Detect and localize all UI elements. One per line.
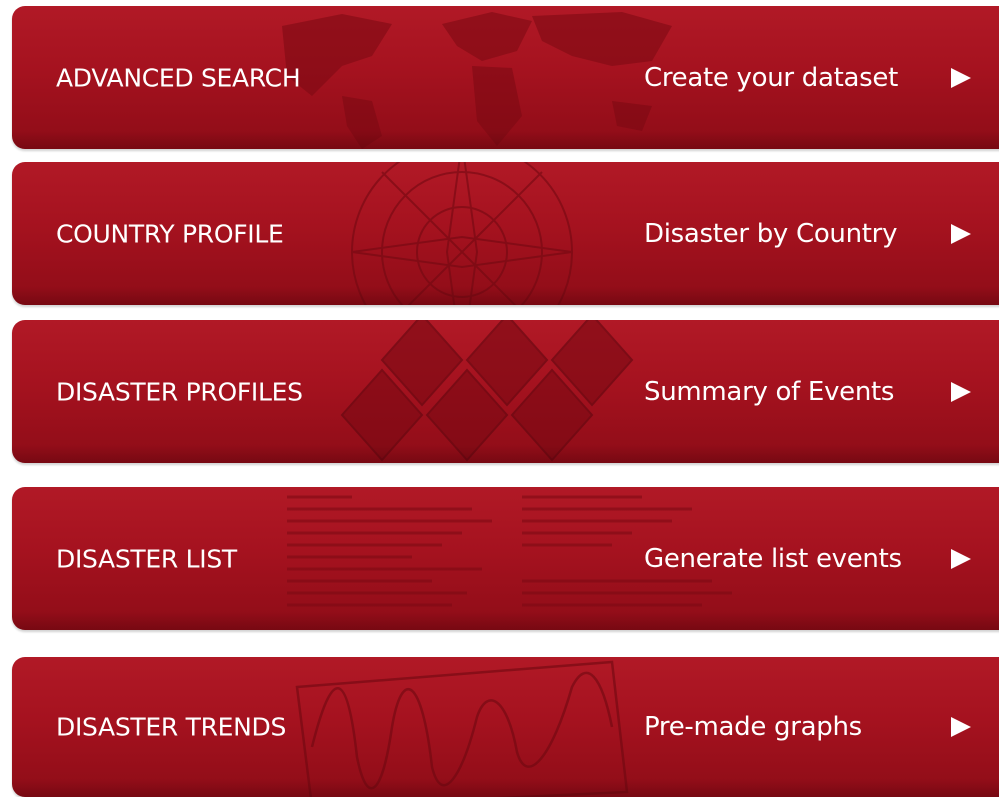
panel-title: DISASTER LIST	[56, 544, 237, 573]
disaster-list-button[interactable]: DISASTER LIST Generate list events	[12, 487, 999, 630]
panel-title: DISASTER TRENDS	[56, 712, 287, 742]
play-arrow-icon	[951, 67, 971, 88]
panel-title: ADVANCED SEARCH	[56, 63, 301, 92]
play-arrow-icon	[951, 223, 971, 244]
panel-subtitle: Summary of Events	[644, 376, 895, 407]
panel-title: DISASTER PROFILES	[56, 377, 303, 406]
play-arrow-icon	[951, 381, 971, 402]
disaster-trends-button[interactable]: DISASTER TRENDS Pre-made graphs	[12, 657, 999, 797]
panel-subtitle: Create your dataset	[644, 62, 898, 93]
panel-title: COUNTRY PROFILE	[56, 219, 284, 248]
disaster-profiles-button[interactable]: DISASTER PROFILES Summary of Events	[12, 320, 999, 463]
panel-subtitle: Disaster by Country	[644, 218, 898, 249]
country-profile-button[interactable]: COUNTRY PROFILE Disaster by Country	[12, 162, 999, 305]
panel-subtitle: Generate list events	[644, 543, 902, 574]
panel-subtitle: Pre-made graphs	[644, 712, 862, 742]
advanced-search-button[interactable]: ADVANCED SEARCH Create your dataset	[12, 6, 999, 149]
play-arrow-icon	[951, 548, 971, 569]
play-arrow-icon	[951, 717, 971, 737]
